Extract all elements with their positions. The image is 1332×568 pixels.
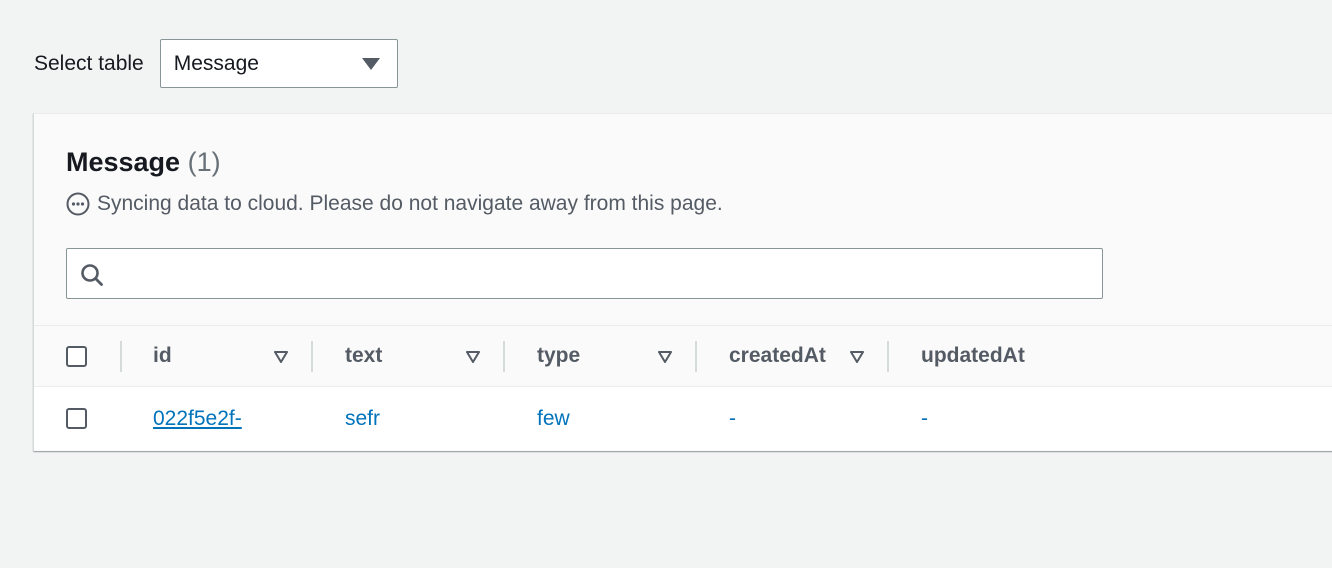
column-header-text[interactable]: text bbox=[345, 326, 382, 386]
cell-updatedat: - bbox=[921, 406, 928, 430]
data-table: id text type createdAt updatedAt 022f5e2… bbox=[34, 325, 1332, 450]
search-box[interactable] bbox=[66, 248, 1103, 300]
select-table-row: Select table Message bbox=[34, 38, 398, 89]
cell-createdat: - bbox=[729, 406, 736, 430]
panel-title-text: Message bbox=[66, 147, 181, 177]
data-panel: Message (1) Syncing data to cloud. Pleas… bbox=[33, 113, 1332, 451]
column-separator bbox=[887, 341, 889, 372]
panel-title: Message (1) bbox=[66, 147, 221, 178]
table-row[interactable]: 022f5e2f- sefr few - - bbox=[34, 387, 1332, 450]
table-select-value: Message bbox=[173, 51, 259, 75]
table-select-dropdown[interactable]: Message bbox=[159, 39, 398, 88]
cell-type: few bbox=[537, 406, 570, 430]
column-header-type[interactable]: type bbox=[537, 326, 580, 386]
table-header-row: id text type createdAt updatedAt bbox=[34, 325, 1332, 387]
column-separator bbox=[120, 341, 122, 372]
column-header-id[interactable]: id bbox=[153, 326, 172, 386]
column-header-createdat[interactable]: createdAt bbox=[729, 326, 826, 386]
sort-icon[interactable] bbox=[850, 351, 864, 363]
select-all-checkbox[interactable] bbox=[66, 346, 87, 367]
sort-icon[interactable] bbox=[658, 351, 672, 363]
column-separator bbox=[311, 341, 313, 372]
sync-status-text: Syncing data to cloud. Please do not nav… bbox=[97, 192, 723, 215]
cell-text: sefr bbox=[345, 406, 381, 430]
column-header-updatedat[interactable]: updatedAt bbox=[921, 326, 1025, 386]
sort-icon[interactable] bbox=[466, 351, 480, 363]
select-table-label: Select table bbox=[34, 51, 144, 75]
page: Select table Message Message (1) Syncing… bbox=[0, 0, 1332, 568]
cell-id: 022f5e2f- bbox=[153, 387, 279, 450]
search-input[interactable] bbox=[113, 249, 1097, 300]
row-checkbox[interactable] bbox=[66, 408, 87, 429]
caret-down-icon bbox=[361, 58, 380, 70]
sort-icon[interactable] bbox=[274, 351, 288, 363]
column-separator bbox=[503, 341, 505, 372]
record-id-link[interactable]: 022f5e2f- bbox=[153, 407, 279, 431]
panel-item-count: (1) bbox=[187, 147, 221, 177]
pending-icon bbox=[66, 192, 90, 216]
sync-status: Syncing data to cloud. Please do not nav… bbox=[66, 192, 723, 216]
search-icon bbox=[81, 264, 103, 286]
column-separator bbox=[695, 341, 697, 372]
